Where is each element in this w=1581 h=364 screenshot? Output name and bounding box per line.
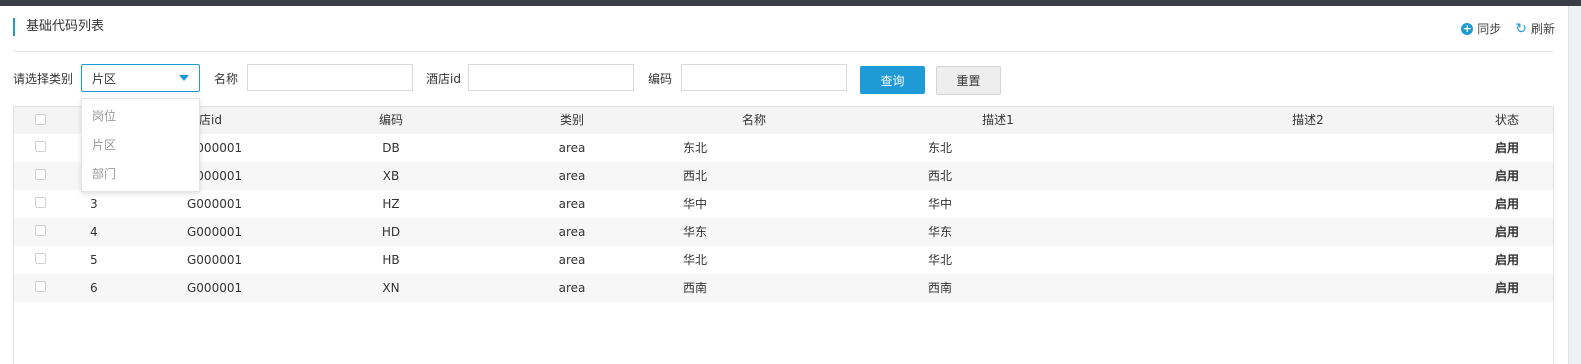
category-option-department[interactable]: 部门 — [82, 160, 199, 189]
cell-hotel-id: G000001 — [187, 225, 243, 239]
name-input[interactable] — [247, 64, 413, 91]
cell-hotel-id: G000001 — [187, 281, 243, 295]
cell-desc1: 西南 — [928, 281, 953, 295]
cell-desc1: 华东 — [928, 225, 953, 239]
code-label: 编码 — [648, 72, 673, 86]
cell-status: 启用 — [1494, 253, 1520, 267]
cell-desc1: 西北 — [928, 169, 953, 183]
row-checkbox[interactable] — [35, 141, 46, 152]
table-row[interactable]: 1 G000001 DB area 东北 东北 启用 — [14, 134, 1553, 162]
hotel-id-input[interactable] — [468, 64, 634, 91]
category-option-area[interactable]: 片区 — [82, 131, 199, 160]
cell-code: XB — [382, 169, 400, 183]
category-select[interactable]: 片区 — [81, 64, 200, 92]
row-checkbox[interactable] — [35, 169, 46, 180]
row-index: 5 — [90, 253, 98, 267]
cell-name: 西北 — [683, 169, 708, 183]
refresh-icon: ↻ — [1515, 21, 1527, 37]
cell-code: XN — [382, 281, 400, 295]
title-accent-bar — [13, 18, 15, 36]
row-checkbox[interactable] — [35, 197, 46, 208]
plus-circle-icon: + — [1461, 22, 1474, 35]
column-header-desc2: 描述2 — [1292, 113, 1324, 127]
cell-name: 华东 — [683, 225, 708, 239]
table-header: 酒店id 编码 类别 名称 描述1 描述2 状态 — [14, 107, 1553, 134]
cell-category: area — [558, 197, 586, 211]
category-label: 请选择类别 — [13, 72, 74, 86]
table-row[interactable]: 2 G000001 XB area 西北 西北 启用 — [14, 162, 1553, 190]
cell-code: DB — [382, 141, 400, 155]
refresh-label: 刷新 — [1530, 22, 1555, 36]
cell-category: area — [558, 281, 586, 295]
select-all-checkbox[interactable] — [35, 114, 46, 125]
cell-code: HB — [382, 253, 400, 267]
cell-desc1: 东北 — [928, 141, 953, 155]
row-checkbox[interactable] — [35, 253, 46, 264]
cell-name: 华中 — [683, 197, 708, 211]
column-header-code: 编码 — [378, 113, 404, 127]
refresh-button[interactable]: ↻ 刷新 — [1515, 21, 1555, 37]
cell-status: 启用 — [1494, 281, 1520, 295]
cell-name: 东北 — [683, 141, 708, 155]
header-divider — [13, 51, 1553, 52]
cell-hotel-id: G000001 — [187, 253, 243, 267]
cell-desc1: 华北 — [928, 253, 953, 267]
cell-name: 西南 — [683, 281, 708, 295]
table-row[interactable]: 6 G000001 XN area 西南 西南 启用 — [14, 274, 1553, 302]
category-select-value: 片区 — [92, 72, 117, 86]
code-table: 酒店id 编码 类别 名称 描述1 描述2 状态 1 G000001 DB ar… — [13, 106, 1554, 364]
sync-label: 同步 — [1477, 22, 1502, 36]
right-scroll-edge[interactable] — [1568, 6, 1581, 364]
table-row[interactable]: 5 G000001 HB area 华北 华北 启用 — [14, 246, 1553, 274]
cell-category: area — [558, 253, 586, 267]
category-option-post[interactable]: 岗位 — [82, 102, 199, 131]
cell-status: 启用 — [1494, 197, 1520, 211]
cell-hotel-id: G000001 — [187, 197, 243, 211]
name-label: 名称 — [214, 72, 239, 86]
query-button[interactable]: 查询 — [860, 66, 925, 94]
sync-button[interactable]: + 同步 — [1461, 21, 1501, 37]
cell-code: HZ — [382, 197, 400, 211]
cell-code: HD — [381, 225, 401, 239]
cell-status: 启用 — [1494, 225, 1520, 239]
table-row[interactable]: 3 G000001 HZ area 华中 华中 启用 — [14, 190, 1553, 218]
column-header-category: 类别 — [559, 113, 585, 127]
column-header-status: 状态 — [1494, 113, 1520, 127]
row-checkbox[interactable] — [35, 225, 46, 236]
cell-desc1: 华中 — [928, 197, 953, 211]
reset-button[interactable]: 重置 — [936, 66, 1001, 95]
row-index: 3 — [90, 197, 98, 211]
cell-category: area — [558, 141, 586, 155]
column-header-name: 名称 — [741, 113, 767, 127]
cell-status: 启用 — [1494, 169, 1520, 183]
cell-category: area — [558, 225, 586, 239]
row-index: 6 — [90, 281, 98, 295]
category-dropdown: 岗位 片区 部门 — [81, 98, 200, 192]
cell-category: area — [558, 169, 586, 183]
page-title: 基础代码列表 — [26, 19, 105, 34]
row-checkbox[interactable] — [35, 281, 46, 292]
cell-status: 启用 — [1494, 141, 1520, 155]
code-input[interactable] — [681, 64, 847, 91]
row-index: 4 — [90, 225, 98, 239]
caret-down-icon — [179, 75, 189, 81]
header-actions: + 同步 ↻ 刷新 — [1461, 21, 1555, 37]
table-row[interactable]: 4 G000001 HD area 华东 华东 启用 — [14, 218, 1553, 246]
top-bar — [0, 0, 1581, 6]
column-header-desc1: 描述1 — [982, 113, 1014, 127]
hotel-id-label: 酒店id — [426, 72, 461, 86]
cell-name: 华北 — [683, 253, 708, 267]
